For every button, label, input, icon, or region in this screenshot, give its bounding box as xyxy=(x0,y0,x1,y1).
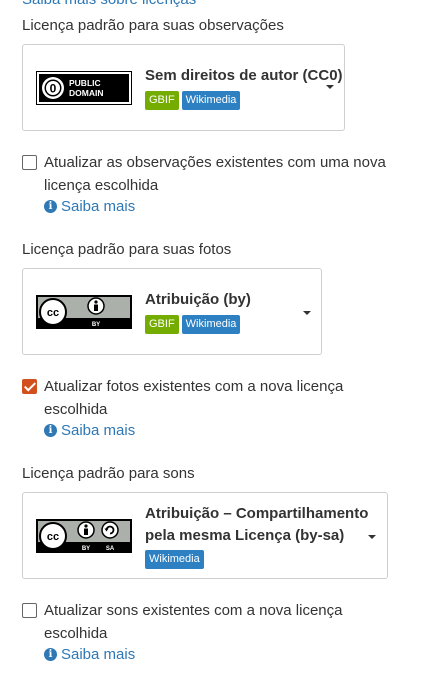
svg-text:SA: SA xyxy=(106,546,115,552)
sounds-license-label: Licença padrão para sons xyxy=(22,465,195,482)
top-learn-more-link[interactable]: Saiba mais sobre licenças xyxy=(22,0,196,8)
svg-text:DOMAIN: DOMAIN xyxy=(69,88,103,98)
observations-update-checkbox[interactable] xyxy=(22,155,37,170)
observations-license-select[interactable]: 0 PUBLIC DOMAIN Sem direitos de autor (C… xyxy=(22,44,345,131)
info-icon: i xyxy=(44,424,57,437)
gbif-tag: GBIF xyxy=(145,315,179,334)
sounds-learn-more-link[interactable]: i Saiba mais xyxy=(44,646,135,663)
learn-more-text[interactable]: Saiba mais xyxy=(61,198,135,215)
caret-down-icon[interactable] xyxy=(303,311,311,315)
photos-learn-more-link[interactable]: i Saiba mais xyxy=(44,422,135,439)
svg-text:cc: cc xyxy=(47,531,59,543)
svg-text:BY: BY xyxy=(82,546,90,552)
info-icon: i xyxy=(44,648,57,661)
info-icon: i xyxy=(44,200,57,213)
observations-license-label: Licença padrão para suas observações xyxy=(22,17,284,34)
sounds-license-name: Atribuição – Compartilhamento pela mesma… xyxy=(145,505,369,544)
sounds-license-select[interactable]: cc BY SA Atribuição – Compartilhamento p… xyxy=(22,492,388,579)
cc-by-badge: cc BY xyxy=(36,295,132,329)
learn-more-text[interactable]: Saiba mais xyxy=(61,422,135,439)
photos-license-name: Atribuição (by) xyxy=(145,291,251,308)
photos-license-label: Licença padrão para suas fotos xyxy=(22,241,232,258)
photos-update-label[interactable]: Atualizar fotos existentes com a nova li… xyxy=(44,375,394,421)
sounds-update-label[interactable]: Atualizar sons existentes com a nova lic… xyxy=(44,599,394,645)
photos-update-checkbox[interactable] xyxy=(22,379,37,394)
caret-down-icon[interactable] xyxy=(326,85,334,89)
cc-by-sa-badge: cc BY SA xyxy=(36,519,132,553)
svg-text:BY: BY xyxy=(92,322,100,328)
caret-down-icon[interactable] xyxy=(368,535,376,539)
gbif-tag: GBIF xyxy=(145,91,179,110)
wikimedia-tag: Wikimedia xyxy=(181,91,241,110)
observations-update-label[interactable]: Atualizar as observações existentes com … xyxy=(44,151,394,197)
svg-text:cc: cc xyxy=(47,307,59,319)
observations-learn-more-link[interactable]: i Saiba mais xyxy=(44,198,135,215)
sounds-update-checkbox[interactable] xyxy=(22,603,37,618)
svg-text:0: 0 xyxy=(50,82,57,96)
svg-text:PUBLIC: PUBLIC xyxy=(69,78,101,88)
observations-license-name: Sem direitos de autor (CC0) xyxy=(145,67,343,84)
wikimedia-tag: Wikimedia xyxy=(145,550,204,569)
learn-more-text[interactable]: Saiba mais xyxy=(61,646,135,663)
wikimedia-tag: Wikimedia xyxy=(181,315,241,334)
public-domain-badge: 0 PUBLIC DOMAIN xyxy=(36,71,132,105)
photos-license-select[interactable]: cc BY Atribuição (by) GBIF Wikimedia xyxy=(22,268,322,355)
